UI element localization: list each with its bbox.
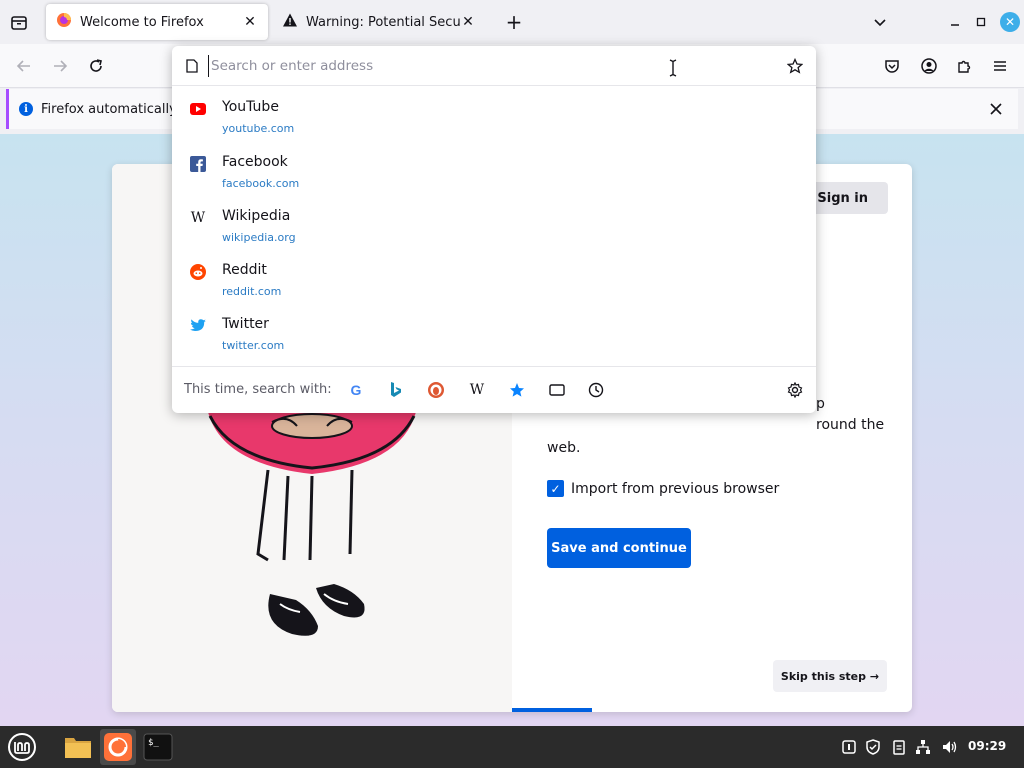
shield-icon[interactable]	[864, 738, 882, 756]
tab-title: Welcome to Firefox	[80, 14, 204, 30]
volume-icon[interactable]	[940, 738, 958, 756]
result-url: reddit.com	[222, 285, 282, 298]
forward-icon[interactable]	[46, 52, 74, 80]
result-youtube[interactable]: YouTube youtube.com	[172, 93, 816, 147]
address-input[interactable]	[208, 55, 768, 77]
text-cursor-icon	[668, 59, 678, 77]
warning-icon	[282, 12, 298, 32]
result-title: YouTube	[222, 99, 279, 115]
subtitle-text: p	[816, 396, 825, 412]
youtube-icon	[190, 101, 206, 117]
result-facebook[interactable]: Facebook facebook.com	[172, 148, 816, 202]
tab-title: Warning: Potential Security	[306, 14, 460, 30]
result-url: twitter.com	[222, 339, 285, 352]
result-reddit[interactable]: Reddit reddit.com	[172, 256, 816, 310]
window-close-icon[interactable]: ✕	[1000, 12, 1020, 32]
result-url: wikipedia.org	[222, 231, 296, 244]
wikipedia-icon[interactable]: W	[468, 381, 486, 399]
tab-welcome[interactable]: Welcome to Firefox ✕	[46, 4, 268, 40]
result-wikipedia[interactable]: W Wikipedia wikipedia.org	[172, 202, 816, 256]
history-icon[interactable]	[587, 381, 605, 399]
reddit-icon	[190, 264, 206, 280]
result-title: Reddit	[222, 262, 267, 278]
result-url: youtube.com	[222, 122, 295, 135]
extensions-icon[interactable]	[950, 52, 978, 80]
result-twitter[interactable]: Twitter twitter.com	[172, 310, 816, 364]
account-icon[interactable]	[915, 52, 943, 80]
import-option[interactable]: ✓ Import from previous browser	[547, 480, 779, 497]
import-checkbox[interactable]: ✓	[547, 480, 564, 497]
bing-icon[interactable]	[387, 381, 405, 399]
new-tab-icon[interactable]: +	[504, 10, 524, 34]
bookmarks-icon[interactable]	[508, 381, 526, 399]
import-label: Import from previous browser	[571, 480, 780, 497]
duckduckgo-icon[interactable]	[427, 381, 445, 399]
firefox-icon	[56, 12, 72, 32]
tab-bar: Welcome to Firefox ✕ Warning: Potential …	[0, 0, 1024, 44]
result-title: Facebook	[222, 154, 288, 170]
tabs-icon[interactable]	[548, 381, 566, 399]
google-icon[interactable]: G	[347, 381, 365, 399]
result-url: facebook.com	[222, 177, 300, 190]
chevron-down-icon[interactable]	[870, 12, 890, 32]
twitter-icon	[190, 318, 206, 334]
subtitle-text: web.	[547, 440, 581, 456]
close-icon[interactable]: ✕	[242, 14, 258, 30]
notification-text: Firefox automatically	[41, 101, 177, 117]
mint-menu-icon[interactable]	[4, 729, 40, 765]
wikipedia-icon: W	[190, 210, 206, 226]
close-icon[interactable]: ✕	[460, 14, 476, 30]
one-off-search-row: This time, search with: G W	[172, 366, 816, 413]
firefox-taskbar-icon[interactable]	[100, 729, 136, 765]
result-title: Wikipedia	[222, 208, 291, 224]
network-icon[interactable]	[914, 738, 932, 756]
bookmark-star-icon[interactable]	[786, 57, 804, 75]
firefox-view-icon[interactable]	[8, 12, 30, 34]
notification-close-icon[interactable]	[986, 99, 1006, 119]
taskbar: $_ 09:29	[0, 726, 1024, 768]
minimize-icon[interactable]	[946, 12, 964, 32]
search-with-label: This time, search with:	[184, 382, 332, 397]
reload-icon[interactable]	[82, 52, 110, 80]
urlbar-dropdown: YouTube youtube.com Facebook facebook.co…	[172, 46, 816, 413]
files-icon[interactable]	[60, 729, 96, 765]
subtitle-text: round the	[816, 417, 885, 433]
svg-text:$_: $_	[148, 738, 159, 748]
pocket-icon[interactable]	[878, 52, 906, 80]
clipboard-icon[interactable]	[890, 738, 908, 756]
back-icon[interactable]	[10, 52, 38, 80]
clock[interactable]: 09:29	[968, 739, 1006, 753]
urlbar-input-row	[172, 46, 816, 86]
menu-icon[interactable]	[986, 52, 1014, 80]
progress-indicator	[512, 708, 592, 712]
page-icon	[184, 58, 200, 74]
update-icon[interactable]	[840, 738, 858, 756]
facebook-icon	[190, 156, 206, 172]
terminal-icon[interactable]: $_	[140, 729, 176, 765]
tab-security-warning[interactable]: Warning: Potential Security ✕	[272, 4, 486, 40]
skip-step-button[interactable]: Skip this step →	[773, 660, 887, 692]
search-settings-icon[interactable]	[786, 381, 804, 399]
result-title: Twitter	[222, 316, 269, 332]
info-icon: i	[19, 102, 33, 116]
maximize-icon[interactable]	[972, 12, 990, 32]
save-and-continue-button[interactable]: Save and continue	[547, 528, 691, 568]
